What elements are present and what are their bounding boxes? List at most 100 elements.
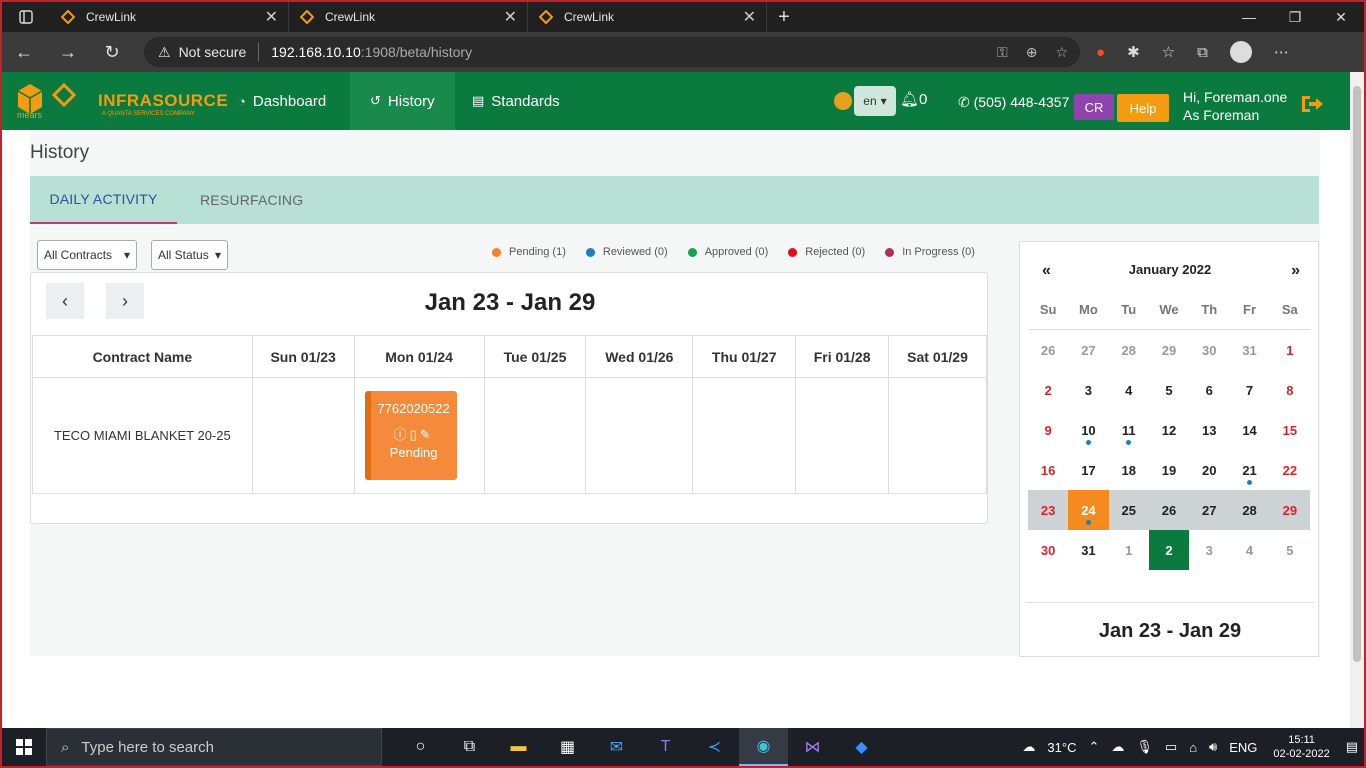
calendar-day[interactable]: 8 <box>1270 370 1310 410</box>
input-language[interactable]: ENG <box>1229 740 1257 755</box>
calendar-day[interactable]: 4 <box>1229 530 1269 570</box>
info-icon[interactable]: ⓘ <box>394 427 410 442</box>
task-view-icon[interactable]: ⧉ <box>445 728 494 766</box>
collections-icon[interactable]: ⧉ <box>1197 44 1208 61</box>
calendar-day[interactable]: 6 <box>1189 370 1229 410</box>
onedrive-icon[interactable]: ☁ <box>1111 739 1124 755</box>
visual-studio-icon[interactable]: ⋈ <box>788 728 837 766</box>
calendar-day[interactable]: 27 <box>1189 490 1229 530</box>
minimize-icon[interactable]: — <box>1226 2 1272 32</box>
notifications-button[interactable]: 🔔︎ 0 <box>900 90 927 109</box>
calendar-day[interactable]: 30 <box>1028 530 1068 570</box>
calendar-day[interactable]: 12 <box>1149 410 1189 450</box>
microphone-icon[interactable]: 🎙︎ <box>1136 739 1153 755</box>
language-select[interactable]: en ▾ <box>854 86 896 116</box>
calendar-day[interactable]: 28 <box>1109 330 1149 370</box>
infrasource-logo[interactable]: mears INFRASOURCE A QUANTA SERVICES COMP… <box>14 79 228 123</box>
nav-dashboard[interactable]: ◔ Dashboard <box>238 72 326 130</box>
store-icon[interactable]: ▦ <box>543 728 592 766</box>
cortana-icon[interactable]: ○ <box>396 728 445 766</box>
weather-icon[interactable]: ☁ <box>1022 739 1035 755</box>
next-month-button[interactable]: » <box>1291 262 1300 280</box>
new-tab-icon[interactable]: + <box>767 6 801 29</box>
calendar-day[interactable]: 27 <box>1068 330 1108 370</box>
windows-start-icon[interactable] <box>2 728 46 766</box>
clock[interactable]: 15:11 02-02-2022 <box>1273 733 1329 761</box>
mail-icon[interactable]: ✉ <box>592 728 641 766</box>
network-icon[interactable]: ⌂ <box>1189 740 1197 755</box>
more-icon[interactable]: ⋯ <box>1274 43 1289 61</box>
back-icon[interactable]: ← <box>2 32 46 72</box>
help-button[interactable]: Help <box>1117 94 1169 122</box>
calendar-day[interactable]: 19 <box>1149 450 1189 490</box>
status-filter[interactable]: All Status ▾ <box>151 240 228 270</box>
vertical-scrollbar[interactable] <box>1350 72 1364 728</box>
calendar-day[interactable]: 7 <box>1229 370 1269 410</box>
address-bar[interactable]: ⚠ Not secure 192.168.10.10 :1908/beta/hi… <box>144 37 1080 67</box>
calendar-day[interactable]: 18 <box>1109 450 1149 490</box>
calendar-day[interactable]: 13 <box>1189 410 1229 450</box>
nav-standards[interactable]: ▤ Standards <box>472 72 560 130</box>
calendar-day-current[interactable]: 2 <box>1148 530 1190 570</box>
show-hidden-icons-icon[interactable]: ⌃ <box>1088 739 1099 755</box>
browser-tab[interactable]: CrewLink ✕ <box>50 2 289 32</box>
calendar-day[interactable]: 15 <box>1270 410 1310 450</box>
calendar-day[interactable]: 1 <box>1270 330 1310 370</box>
profile-avatar[interactable] <box>1229 41 1252 63</box>
next-week-button[interactable]: › <box>106 283 144 319</box>
activity-entry[interactable]: 7762020522 ⓘ▯✎ Pending <box>364 391 457 480</box>
battery-icon[interactable]: ▭ <box>1165 739 1177 755</box>
calendar-day[interactable]: 21 <box>1229 450 1269 490</box>
calendar-day[interactable]: 29 <box>1149 330 1189 370</box>
attachment-icon[interactable]: ✎ <box>420 427 434 442</box>
calendar-day[interactable]: 31 <box>1068 530 1108 570</box>
pdf-icon[interactable]: ▯ <box>410 427 420 442</box>
calendar-day[interactable]: 31 <box>1229 330 1269 370</box>
volume-icon[interactable]: 🔊︎ <box>1209 739 1217 755</box>
key-icon[interactable]: ⚿ <box>997 44 1008 61</box>
extension-red-icon[interactable]: ● <box>1096 44 1105 61</box>
calendar-day[interactable]: 11 <box>1109 410 1149 450</box>
calendar-day[interactable]: 23 <box>1028 490 1068 530</box>
browser-tab[interactable]: CrewLink ✕ <box>528 2 767 32</box>
calendar-day[interactable]: 25 <box>1109 490 1149 530</box>
file-explorer-icon[interactable]: ▬ <box>494 728 543 766</box>
calendar-day[interactable]: 29 <box>1270 490 1310 530</box>
nav-history[interactable]: ↺ History <box>350 72 455 130</box>
calendar-day[interactable]: 10 <box>1068 410 1108 450</box>
restore-icon[interactable]: ❐ <box>1272 2 1318 32</box>
calendar-day[interactable]: 9 <box>1028 410 1068 450</box>
calendar-day[interactable]: 30 <box>1189 330 1229 370</box>
temperature[interactable]: 31°C <box>1047 740 1076 755</box>
calendar-day-today[interactable]: 24 <box>1068 490 1109 530</box>
calendar-day[interactable]: 5 <box>1149 370 1189 410</box>
close-tab-icon[interactable]: ✕ <box>743 7 756 27</box>
tab-daily-activity[interactable]: DAILY ACTIVITY <box>30 176 177 224</box>
scrollbar-thumb[interactable] <box>1353 86 1361 662</box>
previous-week-button[interactable]: ‹ <box>46 283 84 319</box>
browser-tab[interactable]: CrewLink ✕ <box>289 2 528 32</box>
calendar-day[interactable]: 2 <box>1028 370 1068 410</box>
contracts-filter[interactable]: All Contracts ▾ <box>37 240 137 270</box>
taskbar-search[interactable]: ⌕ Type here to search <box>46 728 382 766</box>
tab-resurfacing[interactable]: RESURFACING <box>200 176 303 224</box>
calendar-day[interactable]: 3 <box>1068 370 1108 410</box>
cr-button[interactable]: CR <box>1074 94 1114 120</box>
maps-icon[interactable]: ◆ <box>837 728 886 766</box>
logout-icon[interactable] <box>1300 94 1324 119</box>
forward-icon[interactable]: → <box>46 32 90 72</box>
calendar-day[interactable]: 1 <box>1109 530 1149 570</box>
vscode-icon[interactable]: ≺ <box>690 728 739 766</box>
calendar-day[interactable]: 26 <box>1149 490 1189 530</box>
edge-icon[interactable]: ◉ <box>739 728 788 766</box>
close-tab-icon[interactable]: ✕ <box>265 7 278 27</box>
extensions-icon[interactable]: ✱ <box>1127 43 1140 61</box>
close-window-icon[interactable]: ✕ <box>1318 2 1364 32</box>
zoom-icon[interactable]: ⊕ <box>1026 44 1038 61</box>
calendar-day[interactable]: 4 <box>1109 370 1149 410</box>
calendar-day[interactable]: 26 <box>1028 330 1068 370</box>
calendar-day[interactable]: 22 <box>1270 450 1310 490</box>
teams-icon[interactable]: T <box>641 728 690 766</box>
favorite-add-icon[interactable]: ☆ <box>1055 44 1068 61</box>
calendar-day[interactable]: 16 <box>1028 450 1068 490</box>
